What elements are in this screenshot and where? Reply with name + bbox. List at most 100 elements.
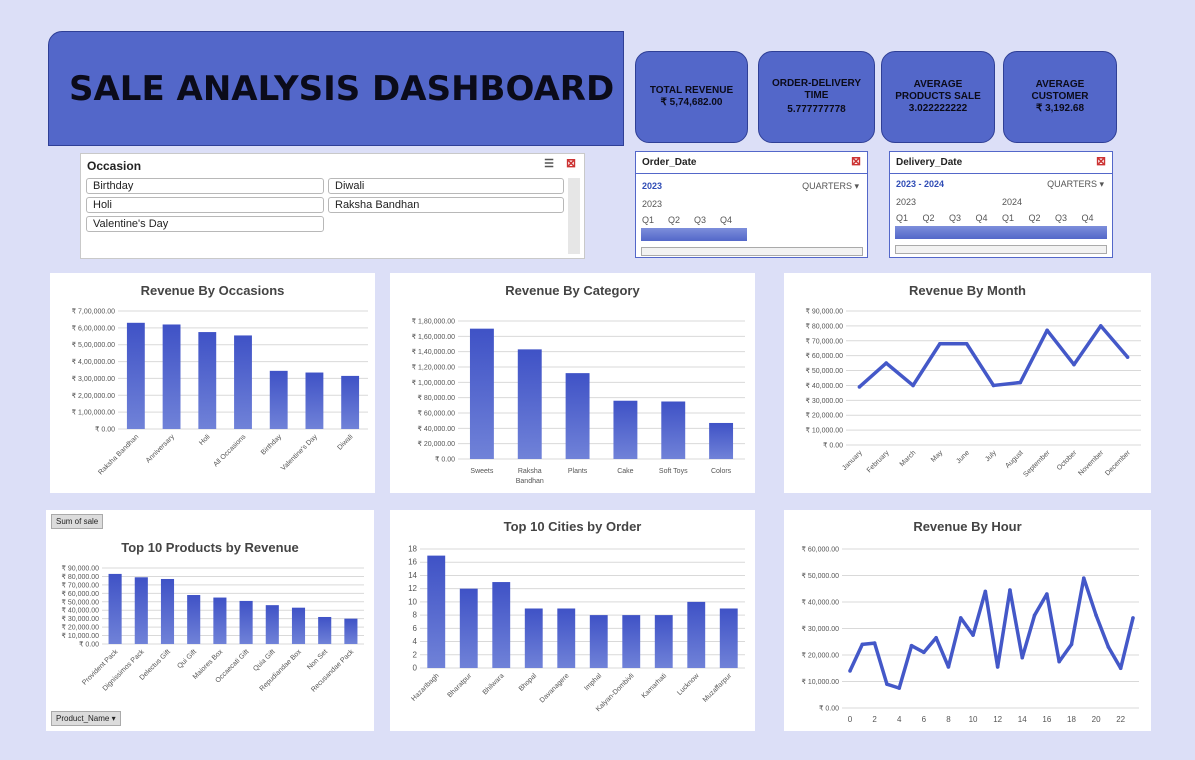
bar[interactable] (291, 607, 306, 644)
x-tick-label: Imphal (583, 672, 603, 692)
slicer-item-raksha-bandhan[interactable]: Raksha Bandhan (328, 197, 564, 213)
data-point[interactable] (946, 665, 951, 669)
slicer-item-holi[interactable]: Holi (86, 197, 324, 213)
data-point[interactable] (1045, 328, 1049, 333)
bar[interactable] (344, 618, 358, 644)
timeline-selection-bar[interactable] (895, 226, 1107, 239)
slicer-item-valentines-day[interactable]: Valentine's Day (86, 216, 324, 232)
bar[interactable] (318, 616, 332, 644)
data-point[interactable] (1072, 362, 1076, 367)
bar[interactable] (517, 349, 542, 459)
data-point[interactable] (1094, 613, 1098, 618)
data-point[interactable] (872, 641, 877, 645)
bar[interactable] (234, 335, 252, 429)
bar[interactable] (134, 577, 148, 644)
data-point[interactable] (884, 361, 889, 365)
bar[interactable] (492, 582, 511, 668)
timeline-scrollbar[interactable] (895, 245, 1107, 254)
bar[interactable] (187, 595, 201, 644)
slicer-scrollbar[interactable] (568, 178, 580, 254)
bar[interactable] (557, 608, 576, 669)
bar[interactable] (613, 400, 638, 459)
slicer-item-birthday[interactable]: Birthday (86, 178, 324, 194)
data-point[interactable] (848, 669, 852, 673)
bar[interactable] (341, 375, 360, 429)
data-point[interactable] (860, 642, 865, 647)
data-point[interactable] (897, 686, 902, 690)
data-point[interactable] (885, 682, 889, 686)
data-point[interactable] (1106, 645, 1111, 649)
bar[interactable] (524, 608, 543, 669)
bar[interactable] (459, 588, 478, 668)
data-point[interactable] (1118, 666, 1123, 671)
multi-select-icon[interactable]: ☰ (544, 157, 554, 170)
bar[interactable] (305, 372, 324, 429)
bar[interactable] (654, 615, 673, 668)
timeline-q2: Q2 (668, 215, 681, 225)
data-point[interactable] (983, 589, 988, 594)
data-point[interactable] (1069, 642, 1074, 647)
bar[interactable] (265, 605, 279, 644)
data-point[interactable] (857, 385, 862, 389)
bar[interactable] (108, 573, 122, 644)
data-point[interactable] (909, 643, 914, 648)
data-point[interactable] (1131, 616, 1135, 620)
bar[interactable] (719, 608, 738, 669)
delivery-date-level-dropdown[interactable]: QUARTERS ▾ (1047, 179, 1104, 190)
y-tick-label: ₹ 3,00,000.00 (72, 375, 115, 383)
data-point[interactable] (1045, 592, 1049, 596)
timeline-quarter-label: Q4 (1081, 213, 1094, 223)
data-point[interactable] (1081, 576, 1086, 580)
y-tick-label: ₹ 0.00 (823, 442, 843, 450)
data-point[interactable] (934, 635, 938, 640)
data-point[interactable] (971, 633, 975, 637)
data-point[interactable] (1125, 355, 1130, 359)
y-tick-label: ₹ 1,20,000.00 (412, 364, 455, 372)
product-name-filter-button[interactable]: Product_Name ▾ (51, 711, 121, 726)
x-tick-label: 20 (1092, 715, 1101, 724)
clear-filter-icon[interactable]: ⊠ (566, 156, 576, 170)
data-point[interactable] (1008, 588, 1012, 592)
bar[interactable] (239, 600, 253, 644)
clear-filter-icon[interactable]: ⊠ (851, 154, 861, 168)
order-date-level-dropdown[interactable]: QUARTERS ▾ (802, 181, 859, 192)
data-point[interactable] (964, 341, 969, 346)
timeline-year-label: 2023 (896, 197, 917, 207)
data-point[interactable] (1032, 613, 1037, 618)
bar[interactable] (427, 555, 446, 668)
bar[interactable] (687, 601, 706, 668)
data-point[interactable] (1018, 380, 1023, 385)
bar[interactable] (126, 322, 145, 429)
data-point[interactable] (911, 383, 915, 388)
bar[interactable] (198, 332, 217, 429)
bar[interactable] (269, 370, 288, 429)
bar[interactable] (565, 373, 590, 459)
bar[interactable] (469, 328, 494, 459)
data-point[interactable] (958, 616, 963, 620)
y-tick-label: 12 (408, 584, 417, 593)
data-point[interactable] (922, 650, 926, 655)
dashboard-title-banner: SALE ANALYSIS DASHBOARD (48, 31, 624, 146)
timeline-scrollbar[interactable] (641, 247, 863, 256)
bar[interactable] (589, 615, 608, 668)
bar[interactable] (709, 422, 734, 459)
timeline-selection-bar[interactable] (641, 228, 747, 241)
y-tick-label: ₹ 60,000.00 (801, 546, 839, 554)
bar[interactable] (213, 597, 227, 644)
bar[interactable] (160, 578, 175, 644)
clear-filter-icon[interactable]: ⊠ (1096, 154, 1106, 168)
data-point[interactable] (991, 383, 996, 388)
bar[interactable] (661, 401, 686, 460)
data-point[interactable] (938, 341, 942, 346)
bar[interactable] (162, 324, 181, 429)
data-point[interactable] (1057, 659, 1061, 664)
series-line (858, 324, 1129, 389)
y-tick-label: ₹ 60,000.00 (417, 410, 455, 418)
bar[interactable] (622, 615, 641, 668)
data-point[interactable] (1098, 324, 1103, 328)
slicer-item-diwali[interactable]: Diwali (328, 178, 564, 194)
data-point[interactable] (995, 665, 1000, 669)
sum-of-sale-field-button[interactable]: Sum of sale (51, 514, 104, 529)
x-tick-label: Bharatpur (446, 672, 473, 699)
data-point[interactable] (1020, 655, 1025, 660)
